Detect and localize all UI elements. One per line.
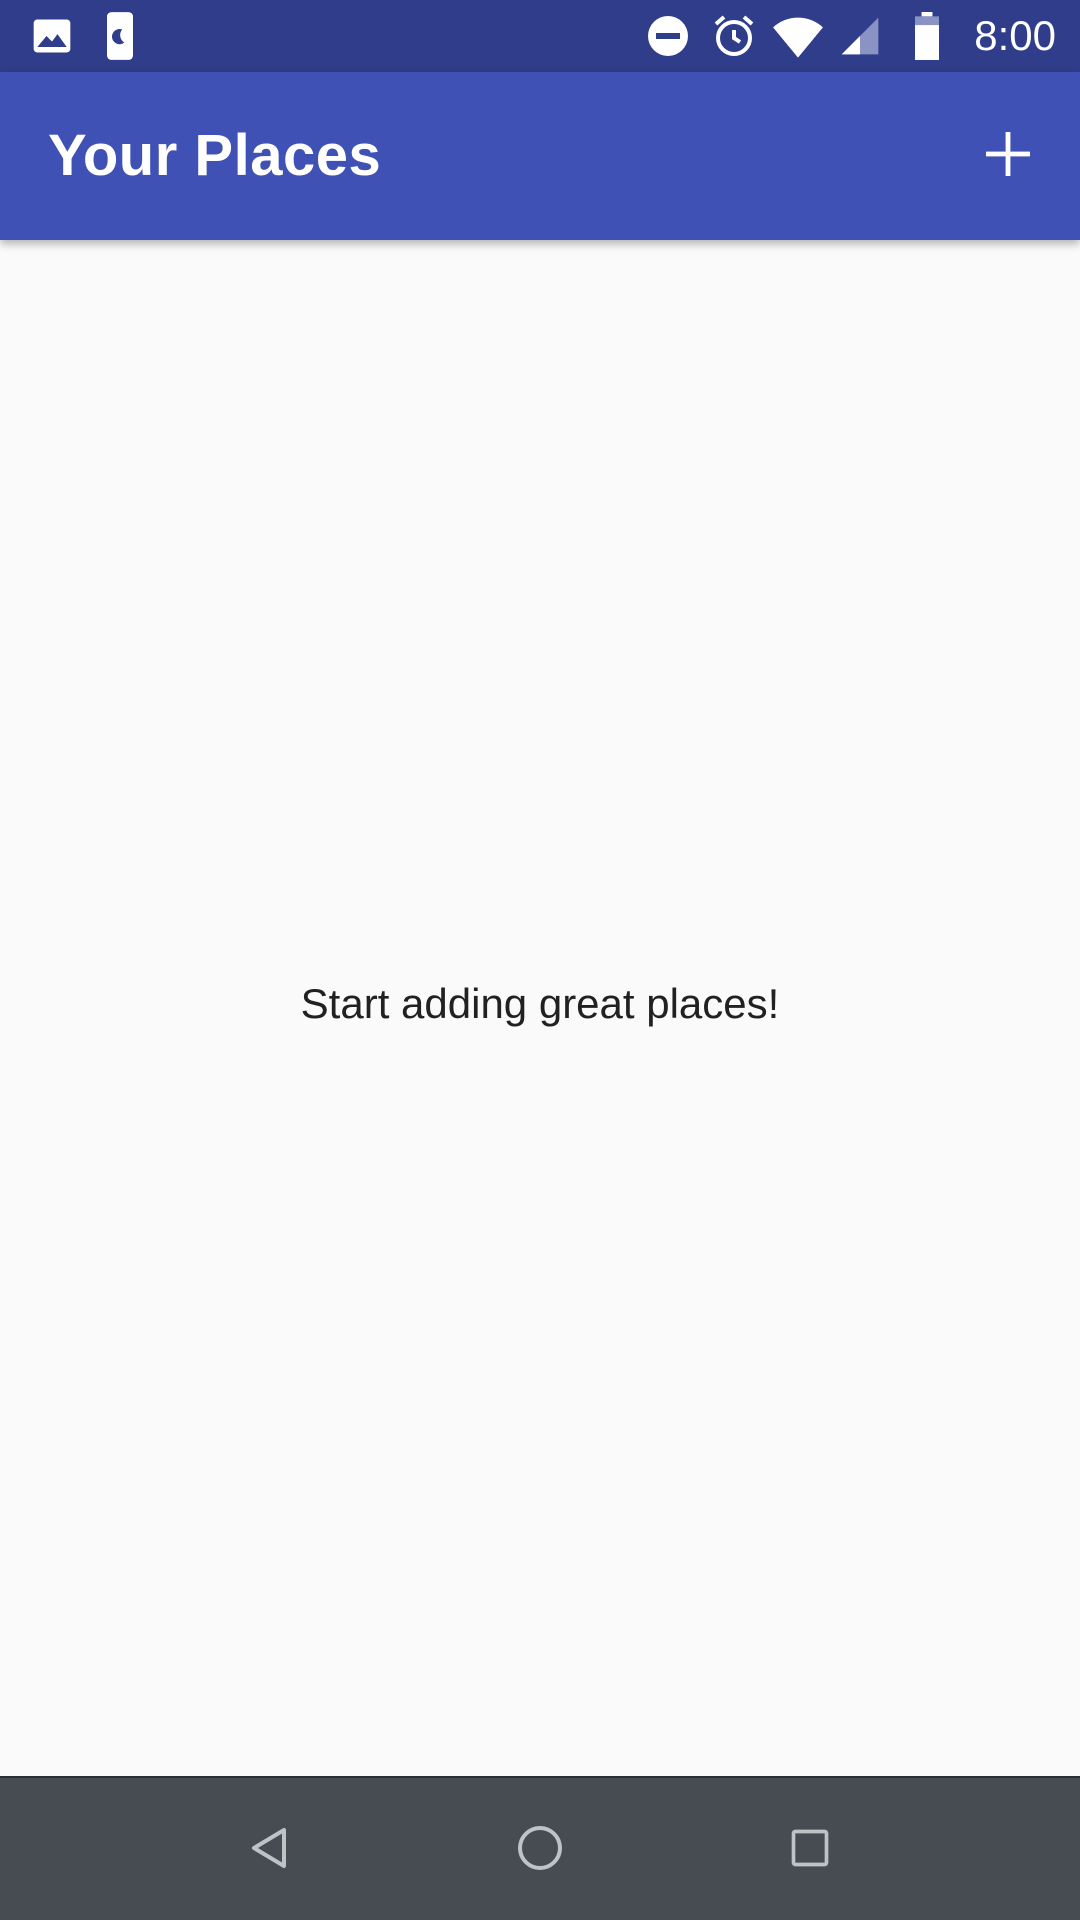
battery-icon <box>912 12 942 60</box>
do-not-disturb-icon <box>644 12 692 60</box>
empty-state-message: Start adding great places! <box>300 980 780 1027</box>
back-icon <box>246 1824 294 1877</box>
status-time: 8:00 <box>974 12 1056 59</box>
home-button[interactable] <box>490 1800 590 1900</box>
alarm-icon <box>710 12 758 60</box>
sleep-phone-icon <box>104 12 136 60</box>
back-button[interactable] <box>220 1800 320 1900</box>
home-icon <box>516 1824 564 1877</box>
add-icon <box>984 130 1032 183</box>
screen: 8:00 Your Places Start adding great plac… <box>0 0 1080 1920</box>
page-title: Your Places <box>48 123 382 188</box>
system-nav-bar <box>0 1776 1080 1920</box>
app-bar: Your Places <box>0 72 1080 240</box>
add-place-button[interactable] <box>960 108 1056 204</box>
cell-signal-icon <box>838 12 882 60</box>
recents-icon <box>788 1826 832 1875</box>
places-list-area: Start adding great places! <box>0 240 1080 1776</box>
wifi-icon <box>772 12 824 60</box>
recents-button[interactable] <box>760 1800 860 1900</box>
image-icon <box>30 12 74 60</box>
status-bar: 8:00 <box>0 0 1080 72</box>
